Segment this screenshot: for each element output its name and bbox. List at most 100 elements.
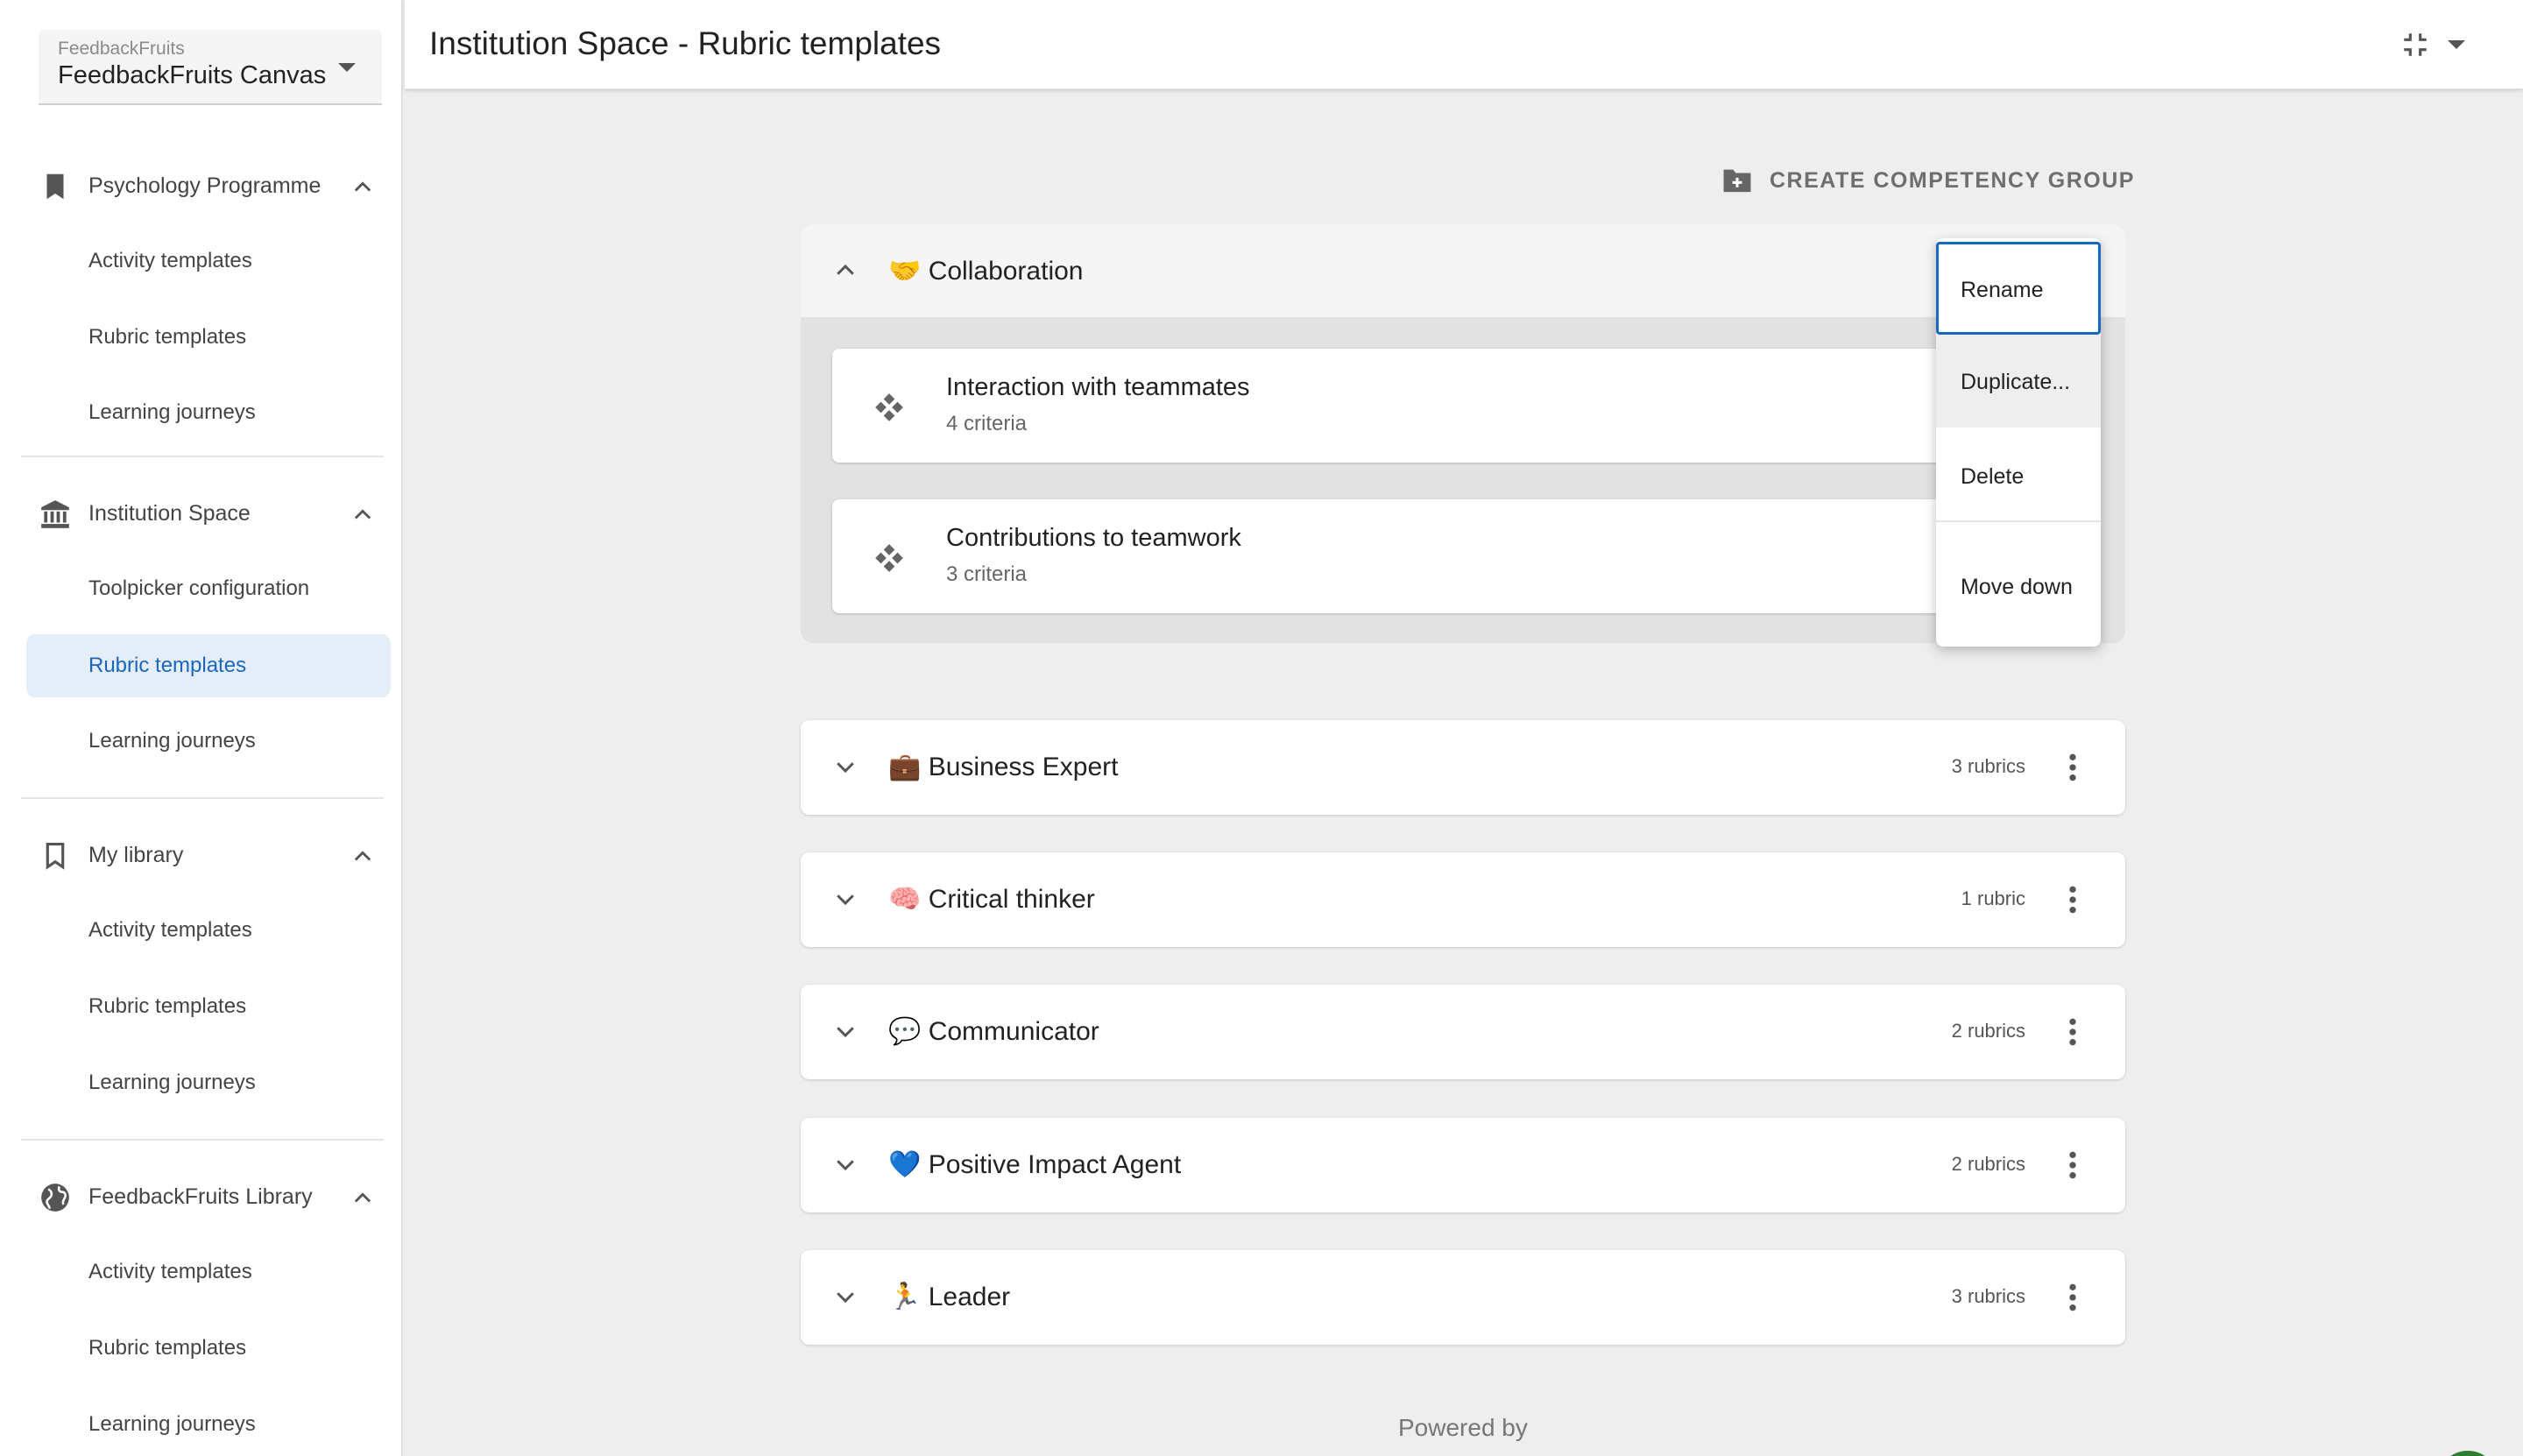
- sidebar-item-label: Rubric templates: [88, 994, 247, 1018]
- competency-group-row[interactable]: 💼 Business Expert 3 rubrics: [801, 720, 2125, 815]
- sidebar-item-label: Rubric templates: [88, 1336, 247, 1360]
- chat-launcher-button[interactable]: [2437, 1451, 2498, 1456]
- sidebar-item-rubric-templates[interactable]: Rubric templates: [26, 306, 391, 369]
- collapse-toggle[interactable]: [2400, 28, 2470, 63]
- divider: [21, 456, 384, 457]
- section-label: Psychology Programme: [88, 173, 322, 198]
- rubric-count: 2 rubrics: [1951, 1020, 2025, 1042]
- section-label: Institution Space: [88, 501, 251, 526]
- menu-item-delete[interactable]: Delete: [1936, 428, 2101, 522]
- sidebar-item-label: Learning journeys: [88, 729, 256, 753]
- sidebar-item-toolpicker-configuration[interactable]: Toolpicker configuration: [26, 557, 391, 620]
- globe-icon: [41, 1184, 69, 1212]
- chevron-down-icon: [837, 762, 854, 774]
- sidebar-item-activity-templates[interactable]: Activity templates: [26, 230, 391, 293]
- section-feedbackfruits-library[interactable]: FeedbackFruits Library: [0, 1165, 403, 1230]
- top-bar: Institution Space - Rubric templates: [405, 0, 2523, 89]
- group-title: 💙 Positive Impact Agent: [888, 1149, 1181, 1180]
- sidebar-item-label: Activity templates: [88, 1260, 252, 1283]
- rubric-count: 3 rubrics: [1951, 755, 2025, 777]
- section-psychology-programme[interactable]: Psychology Programme: [0, 154, 403, 219]
- sidebar-item-rubric-templates[interactable]: Rubric templates: [26, 975, 391, 1038]
- group-name: Leader: [928, 1283, 1011, 1311]
- competency-group-row[interactable]: 💙 Positive Impact Agent 2 rubrics: [801, 1118, 2125, 1212]
- menu-item-label: Move down: [1961, 575, 2073, 599]
- section-label: FeedbackFruits Library: [88, 1184, 313, 1209]
- competency-group-expanded: 🤝 Collaboration Interaction with teammat…: [801, 224, 2125, 643]
- chevron-down-icon: [837, 1292, 854, 1304]
- section-my-library[interactable]: My library: [0, 823, 403, 888]
- group-name: Critical thinker: [928, 885, 1095, 914]
- group-title: 🏃 Leader: [888, 1282, 1010, 1312]
- more-vert-icon[interactable]: [2055, 880, 2090, 919]
- section-institution-space[interactable]: Institution Space: [0, 482, 403, 547]
- sidebar: FeedbackFruits FeedbackFruits Canvas Psy…: [0, 0, 403, 1456]
- rubric-name: Contributions to teamwork: [946, 524, 1241, 552]
- sidebar-item-rubric-templates-active[interactable]: Rubric templates: [26, 634, 391, 697]
- sidebar-item-label: Rubric templates: [88, 325, 247, 349]
- sidebar-item-activity-templates[interactable]: Activity templates: [26, 899, 391, 962]
- create-group-label: CREATE COMPETENCY GROUP: [1770, 167, 2135, 193]
- chevron-up-icon: [837, 264, 854, 275]
- rubric-count: 1 rubric: [1961, 887, 2025, 909]
- chevron-up-icon: [354, 1192, 371, 1203]
- competency-group-row[interactable]: 🏃 Leader 3 rubrics: [801, 1250, 2125, 1345]
- page-title: Institution Space - Rubric templates: [429, 25, 942, 61]
- institution-icon: [41, 500, 69, 528]
- sidebar-item-label: Toolpicker configuration: [88, 576, 310, 600]
- rubric-criteria-count: 3 criteria: [946, 562, 1028, 586]
- menu-item-label: Delete: [1961, 464, 2025, 489]
- rubric-card[interactable]: Contributions to teamwork 3 criteria: [832, 499, 2094, 613]
- briefcase-emoji-icon: 💼: [888, 753, 922, 781]
- sidebar-item-learning-journeys[interactable]: Learning journeys: [26, 710, 391, 773]
- chevron-down-icon: [837, 1027, 854, 1038]
- rubric-count: 3 rubrics: [1951, 1285, 2025, 1307]
- speech-bubble-emoji-icon: 💬: [888, 1017, 922, 1046]
- handshake-emoji-icon: 🤝: [888, 257, 922, 286]
- folder-add-icon: [1723, 169, 1751, 193]
- rubric-name: Interaction with teammates: [946, 373, 1250, 401]
- divider: [21, 1139, 384, 1141]
- more-vert-icon[interactable]: [2055, 1146, 2090, 1184]
- menu-item-duplicate[interactable]: Duplicate...: [1936, 335, 2101, 428]
- rubric-card[interactable]: Interaction with teammates 4 criteria: [832, 349, 2094, 463]
- sidebar-item-label: Learning journeys: [88, 1071, 256, 1094]
- sidebar-item-rubric-templates[interactable]: Rubric templates: [26, 1317, 391, 1380]
- chevron-up-icon: [354, 851, 371, 861]
- sidebar-item-learning-journeys[interactable]: Learning journeys: [26, 1051, 391, 1114]
- menu-item-label: Duplicate...: [1961, 370, 2071, 394]
- sidebar-item-label: Learning journeys: [88, 1412, 256, 1436]
- group-name: Collaboration: [928, 257, 1084, 286]
- more-vert-icon[interactable]: [2055, 1278, 2090, 1317]
- divider: [21, 797, 384, 799]
- sidebar-item-activity-templates[interactable]: Activity templates: [26, 1240, 391, 1304]
- caret-down-icon: [2448, 40, 2465, 49]
- caret-down-icon: [338, 63, 356, 72]
- powered-by-text: Powered by: [1398, 1414, 1528, 1441]
- sidebar-item-label: Activity templates: [88, 249, 252, 272]
- sidebar-item-learning-journeys[interactable]: Learning journeys: [26, 1393, 391, 1456]
- group-name: Communicator: [928, 1017, 1099, 1046]
- more-vert-icon[interactable]: [2055, 748, 2090, 787]
- brain-emoji-icon: 🧠: [888, 885, 922, 914]
- group-context-menu: Rename Duplicate... Delete Move down: [1936, 238, 2101, 647]
- chevron-up-icon: [354, 509, 371, 519]
- more-vert-icon[interactable]: [2055, 1013, 2090, 1051]
- create-competency-group-button[interactable]: CREATE COMPETENCY GROUP: [1721, 163, 2135, 198]
- workspace-selector[interactable]: FeedbackFruits FeedbackFruits Canvas: [39, 30, 382, 105]
- runner-emoji-icon: 🏃: [888, 1283, 922, 1311]
- sidebar-item-label: Rubric templates: [88, 654, 247, 677]
- menu-item-rename[interactable]: Rename: [1936, 242, 2101, 335]
- group-header-collaboration[interactable]: 🤝 Collaboration: [801, 224, 2125, 317]
- workspace-org-label: FeedbackFruits: [58, 39, 185, 59]
- competency-group-row[interactable]: 🧠 Critical thinker 1 rubric: [801, 852, 2125, 947]
- menu-item-move-down[interactable]: Move down: [1936, 524, 2101, 645]
- fullscreen-exit-icon: [2404, 33, 2427, 56]
- blue-heart-emoji-icon: 💙: [888, 1150, 922, 1179]
- sidebar-item-learning-journeys[interactable]: Learning journeys: [26, 381, 391, 444]
- bookmark-outline-icon: [46, 842, 65, 870]
- rubric-criteria-count: 4 criteria: [946, 412, 1028, 435]
- group-name: Business Expert: [928, 753, 1119, 781]
- competency-group-row[interactable]: 💬 Communicator 2 rubrics: [801, 985, 2125, 1079]
- section-label: My library: [88, 843, 184, 867]
